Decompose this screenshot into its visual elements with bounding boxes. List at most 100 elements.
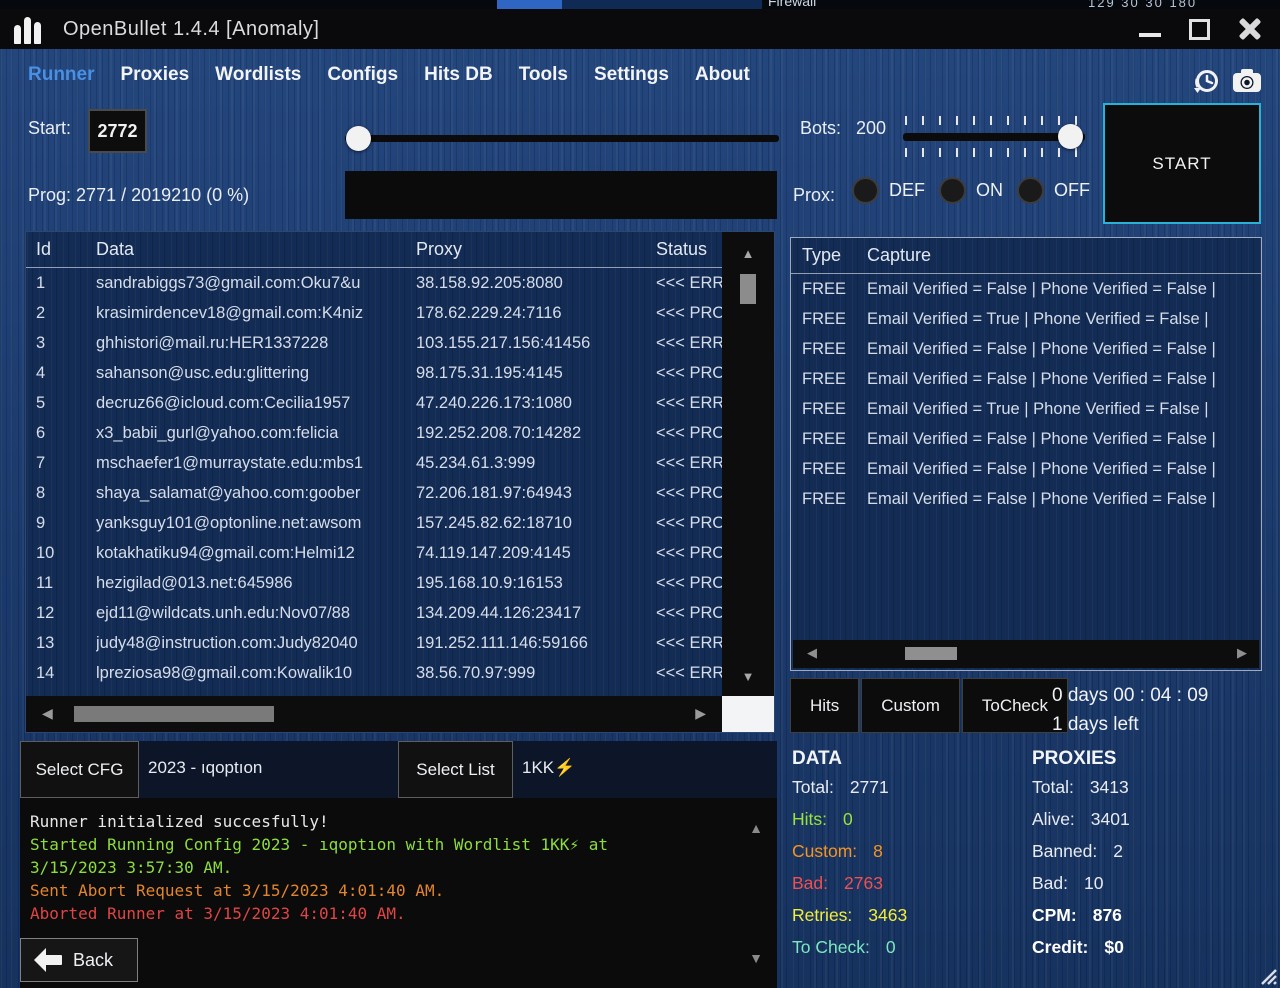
- stat-value: $0: [1104, 937, 1123, 957]
- proxies-stats: Total:3413 Alive:3401 Banned:2 Bad:10 CP…: [1032, 777, 1262, 969]
- cell-id: 5: [36, 394, 88, 413]
- scroll-left-arrow-icon[interactable]: ◀: [42, 705, 53, 722]
- cell-status: <<< ERROR: [656, 664, 724, 683]
- select-cfg-button[interactable]: Select CFG: [20, 741, 139, 798]
- log-scroll-up-icon[interactable]: ▲: [749, 820, 763, 836]
- column-header-id: Id: [36, 239, 51, 260]
- result-row[interactable]: 13 judy48@instruction.com:Judy82040 191.…: [26, 629, 774, 659]
- result-row[interactable]: 14 lpreziosa98@gmail.com:Kowalik10 38.56…: [26, 659, 774, 689]
- cell-id: 14: [36, 664, 88, 683]
- select-list-button[interactable]: Select List: [398, 741, 513, 798]
- radio-icon[interactable]: [939, 177, 966, 204]
- camera-icon[interactable]: [1232, 67, 1262, 95]
- stat-row: To Check:0: [792, 937, 1022, 969]
- start-input[interactable]: [88, 109, 147, 153]
- prox-radio-option[interactable]: DEF: [852, 177, 925, 204]
- result-row[interactable]: 3 ghhistori@mail.ru:HER1337228 103.155.2…: [26, 329, 774, 359]
- capture-table-header: Type Capture: [791, 238, 1261, 274]
- cell-id: 11: [36, 574, 88, 593]
- bots-slider-ticks-bottom: [905, 148, 1085, 157]
- scroll-down-arrow-icon[interactable]: ▼: [722, 669, 774, 684]
- nav-tab[interactable]: Hits DB: [424, 64, 493, 86]
- stat-value: 0: [843, 809, 853, 829]
- result-row[interactable]: 9 yanksguy101@optonline.net:awsom 157.24…: [26, 509, 774, 539]
- result-row[interactable]: 5 decruz66@icloud.com:Cecilia1957 47.240…: [26, 389, 774, 419]
- scrollbar-thumb[interactable]: [74, 706, 274, 722]
- capture-row[interactable]: FREE Email Verified = False | Phone Veri…: [791, 365, 1261, 395]
- result-row[interactable]: 1 sandrabiggs73@gmail.com:Oku7&u 38.158.…: [26, 269, 774, 299]
- radio-icon[interactable]: [1017, 177, 1044, 204]
- scroll-right-arrow-icon[interactable]: ▶: [1237, 645, 1247, 661]
- result-row[interactable]: 10 kotakhatiku94@gmail.com:Helmi12 74.11…: [26, 539, 774, 569]
- cell-data: judy48@instruction.com:Judy82040: [96, 634, 410, 653]
- capture-row[interactable]: FREE Email Verified = False | Phone Veri…: [791, 485, 1261, 515]
- cell-status: <<< ERROR: [656, 274, 724, 293]
- maximize-icon[interactable]: [1189, 19, 1210, 40]
- back-arrow-icon: [33, 947, 63, 973]
- nav-tab[interactable]: Proxies: [121, 64, 190, 86]
- cell-id: 8: [36, 484, 88, 503]
- capture-row[interactable]: FREE Email Verified = True | Phone Verif…: [791, 395, 1261, 425]
- capture-row[interactable]: FREE Email Verified = False | Phone Veri…: [791, 335, 1261, 365]
- start-slider-thumb[interactable]: [346, 126, 371, 151]
- history-clock-icon[interactable]: [1192, 67, 1220, 95]
- column-header-data: Data: [96, 239, 134, 260]
- capture-row[interactable]: FREE Email Verified = False | Phone Veri…: [791, 275, 1261, 305]
- stat-row: Bad:10: [1032, 873, 1262, 905]
- hit-type-buttons: HitsCustomToCheck: [790, 678, 1068, 733]
- hit-filter-button[interactable]: Custom: [861, 678, 960, 733]
- stat-label: Retries:: [792, 905, 852, 925]
- nav-tab[interactable]: About: [695, 64, 750, 86]
- result-row[interactable]: 8 shaya_salamat@yahoo.com:goober 72.206.…: [26, 479, 774, 509]
- hit-filter-button[interactable]: Hits: [790, 678, 859, 733]
- capture-row[interactable]: FREE Email Verified = False | Phone Veri…: [791, 455, 1261, 485]
- capture-horizontal-scrollbar[interactable]: ◀ ▶: [793, 640, 1259, 668]
- log-scroll-down-icon[interactable]: ▼: [749, 950, 763, 966]
- scrollbar-thumb[interactable]: [740, 274, 756, 304]
- result-row[interactable]: 4 sahanson@usc.edu:glittering 98.175.31.…: [26, 359, 774, 389]
- stat-row: Total:2771: [792, 777, 1022, 809]
- result-row[interactable]: 11 hezigilad@013.net:645986 195.168.10.9…: [26, 569, 774, 599]
- scroll-right-arrow-icon[interactable]: ▶: [695, 705, 706, 722]
- radio-icon[interactable]: [852, 177, 879, 204]
- nav-tab[interactable]: Tools: [519, 64, 568, 86]
- cell-proxy: 178.62.229.24:7116: [416, 304, 648, 323]
- cell-type: FREE: [802, 340, 860, 359]
- results-horizontal-scrollbar[interactable]: ◀ ▶: [26, 696, 724, 732]
- result-row[interactable]: 7 mschaefer1@murraystate.edu:mbs1 45.234…: [26, 449, 774, 479]
- stat-row: Retries:3463: [792, 905, 1022, 937]
- capture-row[interactable]: FREE Email Verified = True | Phone Verif…: [791, 305, 1261, 335]
- results-table-panel: Id Data Proxy Status 1 sandrabiggs73@gma…: [25, 231, 775, 733]
- prox-radio-option[interactable]: OFF: [1017, 177, 1090, 204]
- scroll-left-arrow-icon[interactable]: ◀: [807, 645, 817, 661]
- bots-slider-thumb[interactable]: [1058, 124, 1083, 149]
- nav-tab[interactable]: Wordlists: [215, 64, 301, 86]
- stat-value: 2771: [850, 777, 889, 797]
- cell-id: 1: [36, 274, 88, 293]
- resize-grip-icon[interactable]: [1257, 965, 1277, 985]
- screen: Firewall 129 30 30 180 OpenBullet 1.4.4 …: [0, 0, 1280, 988]
- minimize-icon[interactable]: [1139, 33, 1161, 37]
- nav-tab[interactable]: Settings: [594, 64, 669, 86]
- nav-tab[interactable]: Configs: [327, 64, 398, 86]
- nav-tab[interactable]: Runner: [28, 64, 95, 86]
- result-row[interactable]: 2 krasimirdencev18@gmail.com:K4niz 178.6…: [26, 299, 774, 329]
- start-slider-track[interactable]: [345, 135, 779, 142]
- result-row[interactable]: 12 ejd11@wildcats.unh.edu:Nov07/88 134.2…: [26, 599, 774, 629]
- back-button[interactable]: Back: [20, 938, 138, 982]
- background-firewall-text: Firewall: [768, 0, 816, 9]
- scrollbar-thumb[interactable]: [905, 647, 957, 660]
- cell-id: 10: [36, 544, 88, 563]
- cell-proxy: 195.168.10.9:16153: [416, 574, 648, 593]
- result-row[interactable]: 6 x3_babii_gurl@yahoo.com:felicia 192.25…: [26, 419, 774, 449]
- prox-radio-option[interactable]: ON: [939, 177, 1003, 204]
- cell-id: 4: [36, 364, 88, 383]
- cell-proxy: 45.234.61.3:999: [416, 454, 648, 473]
- scroll-up-arrow-icon[interactable]: ▲: [722, 246, 774, 261]
- close-icon[interactable]: [1238, 17, 1262, 41]
- cell-capture: Email Verified = False | Phone Verified …: [867, 460, 1257, 479]
- start-button[interactable]: START: [1103, 103, 1261, 224]
- results-vertical-scrollbar[interactable]: ▲ ▼: [722, 232, 774, 696]
- stat-row: Bad:2763: [792, 873, 1022, 905]
- capture-row[interactable]: FREE Email Verified = False | Phone Veri…: [791, 425, 1261, 455]
